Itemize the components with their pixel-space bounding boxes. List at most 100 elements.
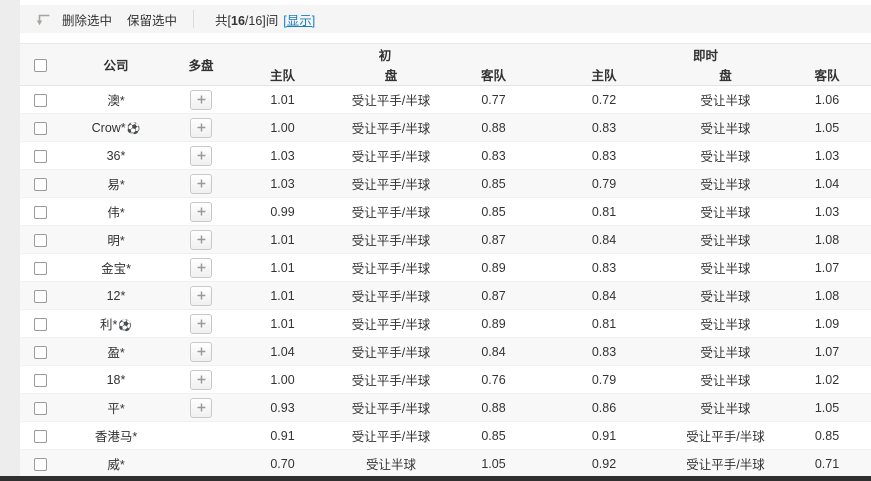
live-away-odds: 1.04 xyxy=(783,170,871,198)
initial-home-odds: 0.93 xyxy=(230,394,335,422)
company-name: 盈*⚽ xyxy=(107,346,124,360)
table-row: 利*⚽ 1.01 受让平手/半球 0.89 0.81 受让半球 1.09 xyxy=(20,310,871,338)
initial-handicap: 受让平手/半球 xyxy=(335,366,447,394)
initial-handicap: 受让平手/半球 xyxy=(335,254,447,282)
initial-handicap: 受让平手/半球 xyxy=(335,226,447,254)
odds-table-body: 澳*⚽ 1.01 受让平手/半球 0.77 0.72 受让半球 1.06 Cro… xyxy=(20,86,871,478)
multi-odds-cell xyxy=(172,170,230,198)
company-cell: 澳*⚽ xyxy=(60,86,172,114)
company-cell: 盈*⚽ xyxy=(60,338,172,366)
row-checkbox[interactable] xyxy=(34,206,47,219)
live-home-odds: 0.72 xyxy=(540,86,668,114)
expand-odds-button[interactable] xyxy=(190,314,212,334)
expand-odds-button[interactable] xyxy=(190,398,212,418)
odds-table: 公司 多盘 初 即时 主队 盘 客队 主队 盘 客队 澳*⚽ xyxy=(20,43,871,478)
plus-icon xyxy=(196,346,207,357)
live-handicap: 受让平手/半球 xyxy=(668,450,783,478)
company-name-text: 威* xyxy=(107,458,124,472)
table-row: 金宝*⚽ 1.01 受让平手/半球 0.89 0.83 受让半球 1.07 xyxy=(20,254,871,282)
table-row: 伟*⚽ 0.99 受让平手/半球 0.85 0.81 受让半球 1.03 xyxy=(20,198,871,226)
company-name-text: 澳* xyxy=(107,94,124,108)
row-checkbox[interactable] xyxy=(34,430,47,443)
row-checkbox[interactable] xyxy=(34,178,47,191)
multi-odds-cell xyxy=(172,450,230,478)
table-row: 香港马*⚽ 0.91 受让平手/半球 0.85 0.91 受让平手/半球 0.8… xyxy=(20,422,871,450)
multi-odds-cell xyxy=(172,282,230,310)
count-prefix: 共[ xyxy=(215,14,231,28)
initial-home-odds: 1.01 xyxy=(230,282,335,310)
table-row: 18*⚽ 1.00 受让平手/半球 0.76 0.79 受让半球 1.02 xyxy=(20,366,871,394)
left-gutter xyxy=(0,0,20,481)
initial-home-odds: 0.91 xyxy=(230,422,335,450)
select-all-cell xyxy=(20,44,60,86)
initial-away-odds: 0.89 xyxy=(447,254,540,282)
initial-handicap: 受让平手/半球 xyxy=(335,86,447,114)
company-name: 澳*⚽ xyxy=(107,94,124,108)
row-checkbox-cell xyxy=(20,422,60,450)
initial-handicap: 受让平手/半球 xyxy=(335,394,447,422)
expand-odds-button[interactable] xyxy=(190,202,212,222)
show-link[interactable]: [显示] xyxy=(283,10,315,29)
expand-odds-button[interactable] xyxy=(190,230,212,250)
row-checkbox[interactable] xyxy=(34,94,47,107)
live-home-odds: 0.83 xyxy=(540,254,668,282)
expand-odds-button[interactable] xyxy=(190,118,212,138)
live-home-odds: 0.79 xyxy=(540,366,668,394)
keep-selected-button[interactable]: 保留选中 xyxy=(124,10,180,29)
plus-icon xyxy=(196,262,207,273)
company-cell: Crow*⚽ xyxy=(60,114,172,142)
company-name: 伟*⚽ xyxy=(107,206,124,220)
live-home-odds: 0.81 xyxy=(540,310,668,338)
delete-selected-button[interactable]: 删除选中 xyxy=(59,10,115,29)
expand-odds-button[interactable] xyxy=(190,370,212,390)
row-checkbox[interactable] xyxy=(34,318,47,331)
expand-odds-button[interactable] xyxy=(190,146,212,166)
expand-odds-button[interactable] xyxy=(190,286,212,306)
live-home-odds: 0.79 xyxy=(540,170,668,198)
col-header-live-home: 主队 xyxy=(540,65,668,86)
live-home-odds: 0.81 xyxy=(540,198,668,226)
row-checkbox[interactable] xyxy=(34,458,47,471)
live-handicap: 受让半球 xyxy=(668,86,783,114)
initial-away-odds: 0.77 xyxy=(447,86,540,114)
initial-away-odds: 0.88 xyxy=(447,394,540,422)
live-away-odds: 1.07 xyxy=(783,254,871,282)
company-cell: 金宝*⚽ xyxy=(60,254,172,282)
row-checkbox[interactable] xyxy=(34,262,47,275)
expand-odds-button[interactable] xyxy=(190,90,212,110)
row-checkbox[interactable] xyxy=(34,122,47,135)
company-name-text: 香港马* xyxy=(95,430,137,444)
row-checkbox-cell xyxy=(20,450,60,478)
live-home-odds: 0.84 xyxy=(540,282,668,310)
expand-odds-button[interactable] xyxy=(190,258,212,278)
initial-home-odds: 1.00 xyxy=(230,114,335,142)
company-cell: 明*⚽ xyxy=(60,226,172,254)
row-checkbox[interactable] xyxy=(34,374,47,387)
live-away-odds: 1.02 xyxy=(783,366,871,394)
company-name-text: 36* xyxy=(107,149,126,163)
initial-handicap: 受让平手/半球 xyxy=(335,310,447,338)
col-header-live-away: 客队 xyxy=(783,65,871,86)
initial-handicap: 受让平手/半球 xyxy=(335,114,447,142)
expand-odds-button[interactable] xyxy=(190,174,212,194)
row-checkbox[interactable] xyxy=(34,150,47,163)
row-checkbox-cell xyxy=(20,114,60,142)
row-checkbox[interactable] xyxy=(34,402,47,415)
row-checkbox-cell xyxy=(20,170,60,198)
row-checkbox[interactable] xyxy=(34,290,47,303)
row-checkbox-cell xyxy=(20,394,60,422)
company-cell: 36*⚽ xyxy=(60,142,172,170)
live-away-odds: 1.03 xyxy=(783,198,871,226)
select-all-checkbox[interactable] xyxy=(34,59,47,72)
live-away-odds: 1.06 xyxy=(783,86,871,114)
initial-away-odds: 0.87 xyxy=(447,226,540,254)
company-name-text: 18* xyxy=(107,373,126,387)
company-cell: 威*⚽ xyxy=(60,450,172,478)
company-cell: 香港马*⚽ xyxy=(60,422,172,450)
initial-home-odds: 0.99 xyxy=(230,198,335,226)
row-checkbox[interactable] xyxy=(34,234,47,247)
row-checkbox-cell xyxy=(20,310,60,338)
initial-handicap: 受让平手/半球 xyxy=(335,170,447,198)
expand-odds-button[interactable] xyxy=(190,342,212,362)
row-checkbox[interactable] xyxy=(34,346,47,359)
